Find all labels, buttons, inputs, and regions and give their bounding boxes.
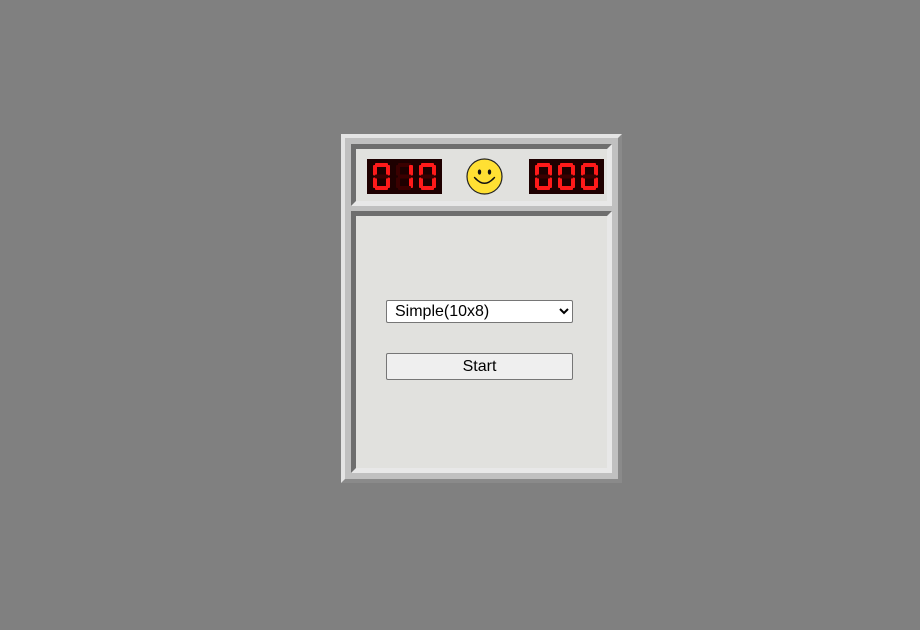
difficulty-select[interactable]: Simple(10x8) [386, 300, 573, 323]
led-digit [419, 163, 436, 190]
reset-face-button[interactable] [466, 158, 503, 195]
led-digit [373, 163, 390, 190]
smiley-face-icon [466, 158, 503, 195]
minesweeper-window: Simple(10x8) Start [341, 134, 622, 483]
led-digit [535, 163, 552, 190]
led-digit [396, 163, 413, 190]
start-button[interactable]: Start [386, 353, 573, 380]
mine-counter [367, 159, 442, 194]
led-digit [581, 163, 598, 190]
led-digit [558, 163, 575, 190]
status-bar [351, 144, 612, 206]
game-board: Simple(10x8) Start [351, 211, 612, 473]
mine-counter-display [373, 163, 436, 190]
timer [529, 159, 604, 194]
timer-display [535, 163, 598, 190]
